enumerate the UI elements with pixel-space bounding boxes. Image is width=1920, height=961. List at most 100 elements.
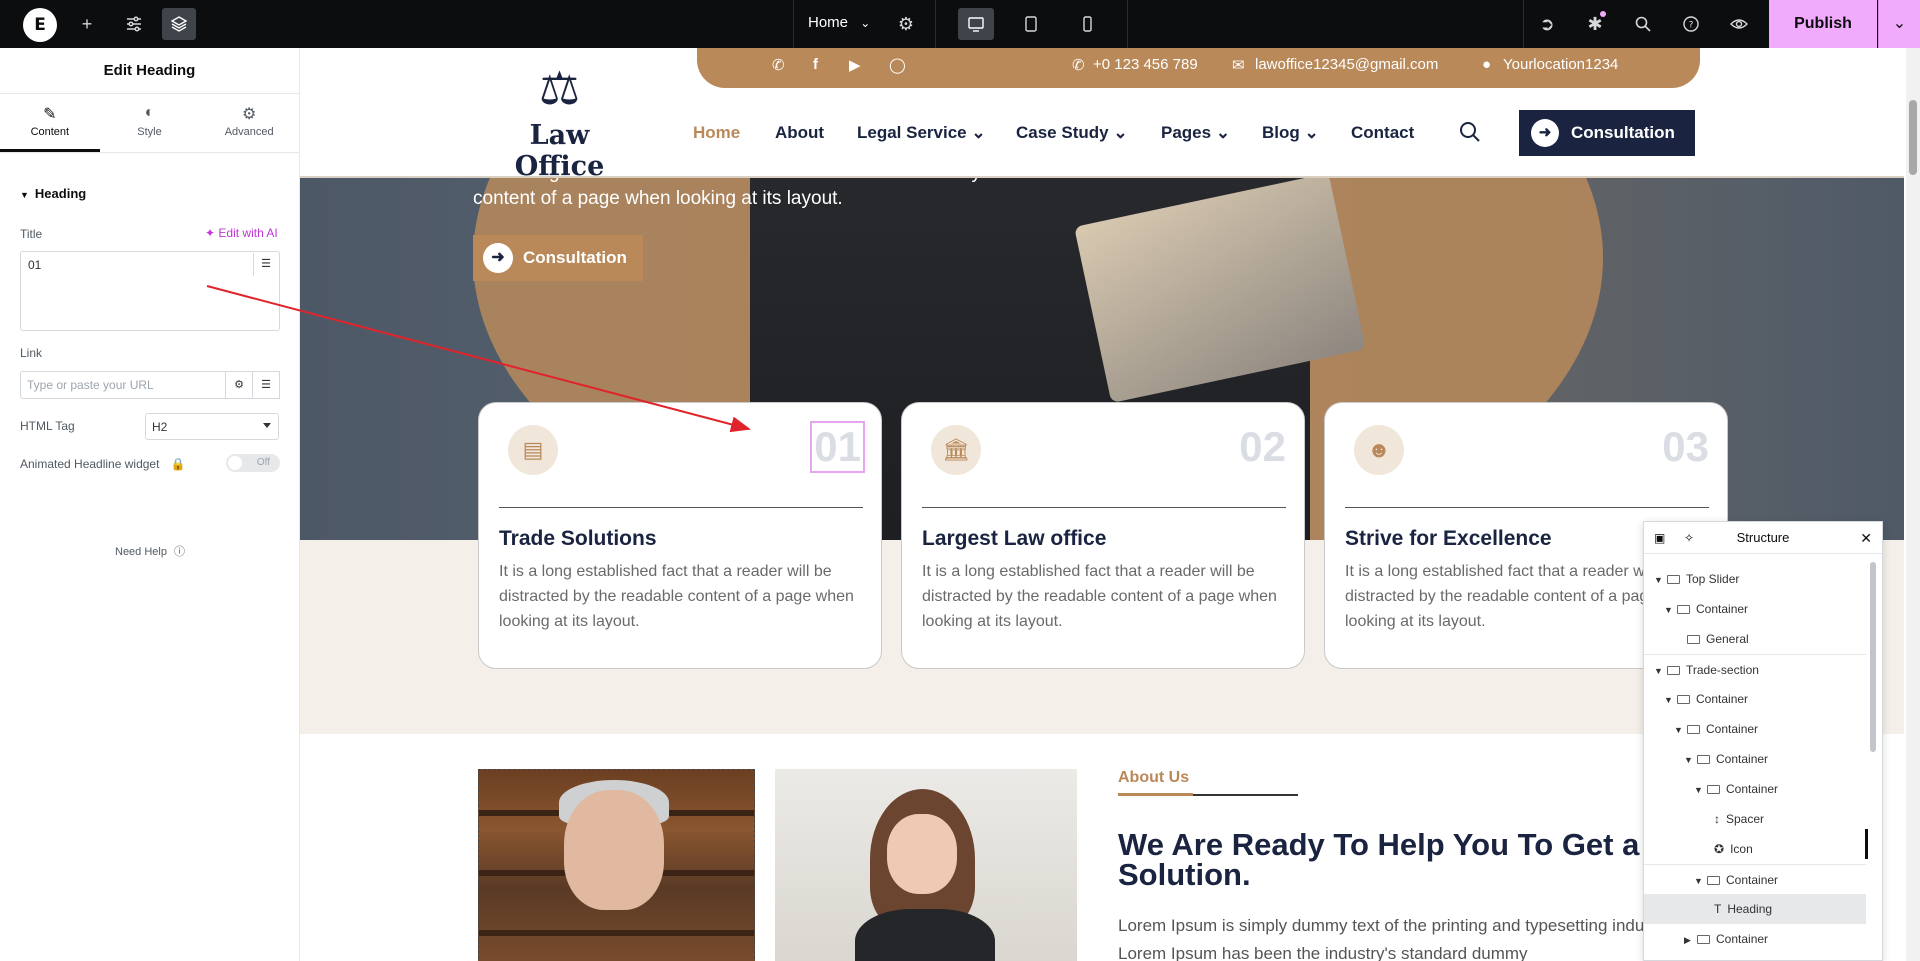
link-options-gear-icon[interactable]: ⚙	[226, 371, 253, 399]
tablet-view-icon[interactable]	[1014, 8, 1048, 40]
structure-item[interactable]: ▼ Container	[1644, 744, 1866, 774]
help-icon[interactable]: ?	[1674, 8, 1708, 40]
search-icon[interactable]	[1626, 8, 1660, 40]
structure-item-label: Spacer	[1726, 812, 1765, 826]
publish-options-chevron-icon[interactable]: ⌄	[1878, 0, 1920, 48]
close-icon[interactable]: ✕	[1860, 522, 1872, 554]
hero-consultation-button[interactable]: ➜ Consultation	[473, 235, 643, 281]
whatsapp-icon[interactable]: ✆	[772, 56, 785, 74]
canvas-scrollbar[interactable]	[1906, 48, 1920, 961]
title-textarea[interactable]: 01	[20, 251, 280, 331]
email-address[interactable]: lawoffice12345@gmail.com	[1255, 56, 1438, 73]
nav-pages[interactable]: Pages ⌄	[1161, 123, 1230, 143]
site-search-icon[interactable]	[1458, 120, 1482, 150]
nav-legal-service-label: Legal Service	[857, 123, 967, 142]
tab-style-label: Style	[137, 126, 162, 138]
container-icon	[1697, 935, 1710, 944]
nav-contact[interactable]: Contact	[1351, 123, 1414, 143]
canvas-scrollbar-thumb[interactable]	[1909, 100, 1917, 175]
link-input[interactable]: Type or paste your URL	[20, 371, 226, 399]
animated-headline-toggle[interactable]: Off	[226, 454, 280, 472]
card-number-heading[interactable]: 01	[810, 421, 865, 473]
edit-with-ai-button[interactable]: ✦ Edit with AI	[205, 226, 278, 240]
structure-item-label: Container	[1716, 932, 1769, 946]
site-settings-icon[interactable]	[117, 8, 151, 40]
about-image-woman[interactable]	[775, 769, 1077, 961]
structure-item-label: Icon	[1730, 842, 1753, 856]
caret-down-icon: ▼	[1694, 785, 1703, 795]
nav-blog[interactable]: Blog ⌄	[1262, 123, 1319, 143]
link-dynamic-tags-icon[interactable]: ☰	[253, 371, 280, 399]
container-icon	[1697, 755, 1710, 764]
pencil-icon: ✎	[43, 106, 57, 123]
structure-layers-icon[interactable]	[162, 8, 196, 40]
notifications-icon[interactable]: ✱	[1578, 8, 1612, 40]
structure-item[interactable]: ▼ Container	[1644, 774, 1866, 804]
structure-item[interactable]: General	[1644, 624, 1866, 654]
service-card[interactable]: ▤ 01 Trade Solutions It is a long establ…	[478, 402, 882, 669]
elementor-logo-icon[interactable]: E	[23, 8, 57, 42]
email-icon: ✉	[1232, 57, 1245, 74]
add-element-icon[interactable]: +	[70, 8, 104, 40]
page-selector[interactable]: Home ⌄	[808, 14, 870, 31]
card-number-heading[interactable]: 03	[1662, 423, 1709, 471]
card-number-heading[interactable]: 02	[1239, 423, 1286, 471]
structure-item[interactable]: ▼ Trade-section	[1644, 654, 1866, 684]
mobile-view-icon[interactable]	[1070, 8, 1104, 40]
tab-content[interactable]: ✎ Content	[0, 94, 100, 152]
nav-case-study[interactable]: Case Study ⌄	[1016, 123, 1128, 143]
about-image-man[interactable]	[478, 769, 755, 961]
desktop-view-icon[interactable]	[958, 8, 994, 40]
instagram-icon[interactable]: ◯	[889, 56, 906, 74]
card-title: Largest Law office	[922, 527, 1107, 550]
collapse-all-icon[interactable]: ▣	[1654, 522, 1665, 554]
chevron-down-icon: ⌄	[860, 16, 871, 30]
caret-right-icon: ▶	[1684, 935, 1691, 945]
title-label: Title	[20, 227, 43, 241]
structure-scrollbar[interactable]	[1870, 562, 1876, 752]
tab-style[interactable]: ◐ Style	[100, 94, 200, 152]
chevron-down-icon: ⌄	[1113, 123, 1128, 142]
publish-button[interactable]: Publish	[1769, 0, 1877, 48]
card-text: It is a long established fact that a rea…	[922, 563, 1277, 630]
youtube-icon[interactable]: ▶	[849, 56, 861, 74]
structure-item[interactable]: ✪ Icon	[1644, 834, 1866, 864]
page-settings-gear-icon[interactable]: ⚙	[889, 8, 923, 40]
structure-item[interactable]: ▼ Container	[1644, 864, 1866, 894]
nav-legal-service[interactable]: Legal Service ⌄	[857, 123, 986, 143]
about-divider	[1118, 793, 1298, 796]
arrow-right-icon: ➜	[483, 243, 513, 273]
nav-pages-label: Pages	[1161, 123, 1212, 142]
header-consultation-button[interactable]: ➜ Consultation	[1519, 110, 1695, 156]
structure-item[interactable]: ▼ Container	[1644, 684, 1866, 714]
structure-item[interactable]: ▼ Top Slider	[1644, 564, 1866, 594]
preview-eye-icon[interactable]	[1722, 8, 1756, 40]
caret-down-icon: ▼	[1684, 755, 1693, 765]
heading-section-toggle[interactable]: ▼ Heading	[20, 186, 86, 201]
tab-content-label: Content	[30, 126, 70, 138]
facebook-icon[interactable]: f	[813, 56, 818, 73]
card-divider	[499, 507, 863, 508]
section-heading-label: Heading	[34, 186, 87, 201]
caret-down-icon: ▼	[1674, 725, 1683, 735]
structure-item[interactable]: ▶ Container	[1644, 924, 1866, 954]
navigator-icon[interactable]: ✧	[1684, 522, 1694, 554]
need-help-link[interactable]: Need Help ⓘ	[115, 543, 185, 559]
tab-advanced[interactable]: ⚙ Advanced	[199, 94, 299, 152]
structure-item[interactable]: ↕ Spacer	[1644, 804, 1866, 834]
phone-number[interactable]: +0 123 456 789	[1093, 56, 1198, 73]
rocket-icon[interactable]: ➲	[1530, 8, 1564, 40]
html-tag-value: H2	[152, 420, 168, 434]
structure-item[interactable]: ▼ Container	[1644, 594, 1866, 624]
caret-down-icon: ▼	[1694, 876, 1703, 886]
site-logo[interactable]: ⚖ Law Office	[487, 58, 632, 182]
service-card[interactable]: 🏛 02 Largest Law office It is a long est…	[901, 402, 1305, 669]
structure-item-label: Container	[1726, 782, 1779, 796]
structure-item-selected[interactable]: T Heading	[1644, 894, 1866, 924]
nav-home[interactable]: Home	[693, 123, 740, 143]
nav-about[interactable]: About	[775, 123, 824, 143]
structure-item[interactable]: ▼ Container	[1644, 714, 1866, 744]
html-tag-select[interactable]: H2	[145, 413, 279, 440]
select-caret-icon	[263, 423, 271, 428]
dynamic-tags-icon[interactable]: ☰	[253, 253, 278, 276]
